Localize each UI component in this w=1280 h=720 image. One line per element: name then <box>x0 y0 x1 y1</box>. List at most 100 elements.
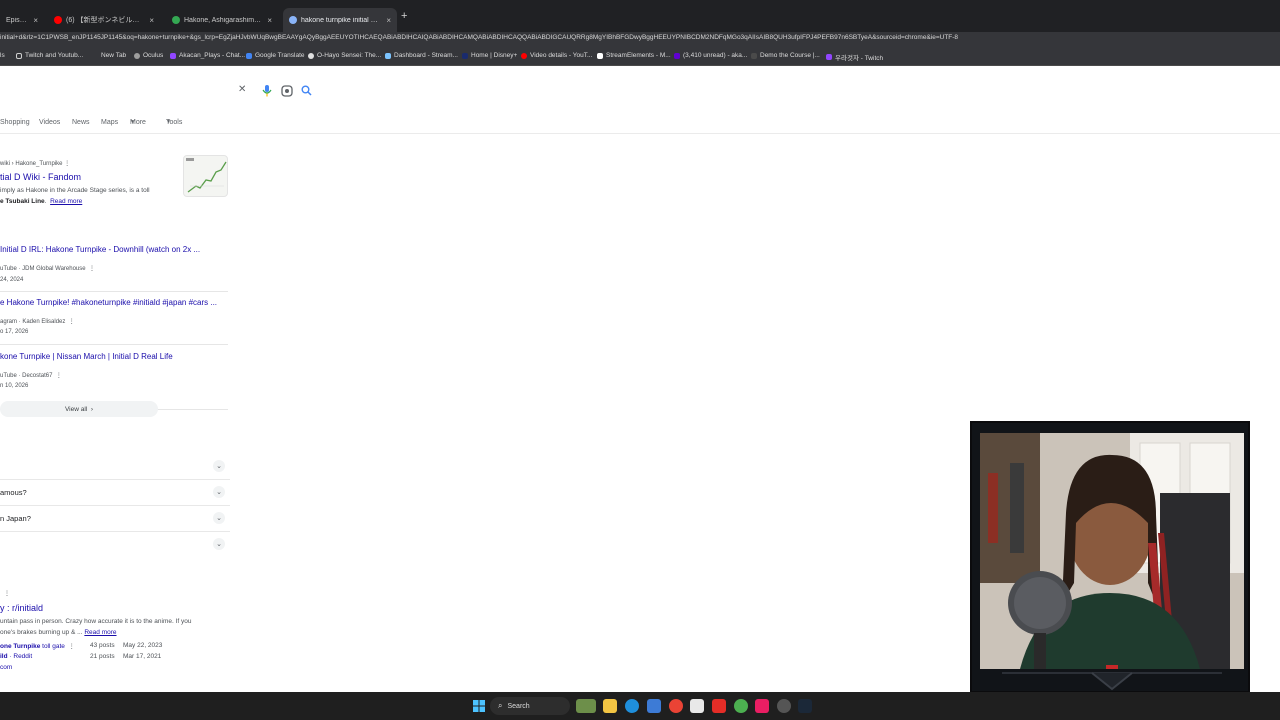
more-options-icon: ⋮ <box>68 643 76 650</box>
video-result-title[interactable]: e Hakone Turnpike! #hakoneturnpike #init… <box>0 298 217 307</box>
twitch-icon <box>170 52 176 59</box>
result-snippet: imply as Hakone in the Arcade Stage seri… <box>0 187 150 194</box>
result-thumbnail-map[interactable] <box>183 155 228 197</box>
chevron-down-icon[interactable]: ⌄ <box>213 460 225 472</box>
google-icon <box>289 16 297 24</box>
sub-result-domain[interactable]: com <box>0 664 12 671</box>
edge-browser-icon[interactable] <box>625 699 639 713</box>
read-more-link[interactable]: Read more <box>50 198 82 205</box>
xbox-icon[interactable] <box>734 699 748 713</box>
view-all-button[interactable]: View all › <box>0 401 158 417</box>
more-options-icon: ⋮ <box>68 319 75 325</box>
chevron-down-icon[interactable]: ⌄ <box>213 512 225 524</box>
taskbar-search-box[interactable]: ⌕ Search <box>490 697 570 715</box>
video-result-date: 24, 2024 <box>0 277 24 283</box>
clear-search-icon[interactable]: ✕ <box>238 84 246 95</box>
address-bar[interactable]: initial+d&rlz=1C1PWSB_enJP1145JP1145&oq=… <box>0 32 1280 46</box>
disney-icon <box>462 52 468 59</box>
search-icon: ⌕ <box>498 701 503 710</box>
nav-divider <box>0 133 1280 134</box>
paa-question[interactable]: n Japan? ⌄ <box>0 506 230 532</box>
windows-start-icon[interactable] <box>472 699 486 713</box>
tab-news[interactable]: News <box>72 119 90 126</box>
tab-shopping[interactable]: Shopping <box>0 119 30 126</box>
webcam-frame-decoration <box>1002 665 1222 691</box>
youtube-app-icon[interactable] <box>712 699 726 713</box>
bookmark-item[interactable]: New Tab <box>101 52 126 59</box>
bookmark-item[interactable]: Google Translate <box>246 52 305 59</box>
tab-videos[interactable]: Videos <box>39 119 60 126</box>
bookmark-item[interactable]: Dashboard - Stream... <box>385 52 458 59</box>
close-tab-icon[interactable]: × <box>386 16 391 25</box>
bookmark-folder[interactable]: Twitch and Youtub... <box>16 52 83 59</box>
result-breadcrumb: wiki › Hakone_Turnpike ⋮ <box>0 161 71 167</box>
sub-result-link[interactable]: ild · Reddit <box>0 653 32 660</box>
browser-tab[interactable]: Episode × <box>0 8 44 32</box>
oculus-icon <box>134 52 140 59</box>
paa-question[interactable]: ⌄ <box>0 532 230 558</box>
youtube-icon <box>54 16 62 24</box>
result-snippet: one's brakes burning up & ... Read more <box>0 629 117 636</box>
folder-icon <box>16 52 22 59</box>
site-icon <box>308 52 314 59</box>
bookmark-item[interactable]: O-Hayo Sensei: The... <box>308 52 381 59</box>
bookmark-item[interactable]: Video details - YouT... <box>521 52 592 59</box>
tab-maps[interactable]: Maps <box>101 119 118 126</box>
search-box[interactable]: ✕ <box>0 80 320 104</box>
dropdown-arrow-icon: ▼ <box>166 119 171 125</box>
more-options-icon[interactable]: ⋮ <box>4 590 10 597</box>
bookmark-item[interactable]: Oculus <box>134 52 163 59</box>
chrome-icon[interactable] <box>669 699 683 713</box>
video-result-date: n 10, 2026 <box>0 383 29 389</box>
maps-pin-icon <box>172 16 180 24</box>
file-explorer-icon[interactable] <box>603 699 617 713</box>
sub-result-link[interactable]: one Turnpike toll gate ⋮ <box>0 642 75 650</box>
steam-icon[interactable] <box>798 699 812 713</box>
close-tab-icon[interactable]: × <box>267 16 272 25</box>
bookmark-item[interactable]: 우라것자 - Twitch <box>826 52 883 62</box>
bookmark-item[interactable]: StreamElements - M... <box>597 52 671 59</box>
sub-result-posts: 43 posts <box>90 642 115 649</box>
windows-taskbar: ⌕ Search <box>0 692 1280 720</box>
chevron-right-icon: › <box>90 405 94 413</box>
bookmark-item[interactable]: ls <box>0 52 5 59</box>
webcam-video <box>980 433 1244 669</box>
result-snippet: e Tsubaki Line. Read more <box>0 198 83 205</box>
video-result-title[interactable]: kone Turnpike | Nissan March | Initial D… <box>0 352 173 361</box>
bookmark-item[interactable]: Akacan_Plays - Chat... <box>170 52 245 59</box>
more-options-icon: ⋮ <box>64 161 71 167</box>
more-options-icon: ⋮ <box>55 373 62 379</box>
bookmark-item[interactable]: (3,410 unread) - aka... <box>674 52 747 59</box>
bookmark-item[interactable]: Home | Disney+ <box>462 52 517 59</box>
widgets-icon[interactable] <box>576 699 596 713</box>
obs-studio-icon[interactable] <box>755 699 769 713</box>
video-result-source: agram · Kaden Elisaldez ⋮ <box>0 319 75 325</box>
chevron-down-icon[interactable]: ⌄ <box>213 538 225 550</box>
browser-tab-active[interactable]: hakone turnpike initial d - Goo × <box>283 8 397 32</box>
chevron-down-icon[interactable]: ⌄ <box>213 486 225 498</box>
browser-tab[interactable]: (6) 【新型ボンネビルボバー1145cc × <box>48 8 160 32</box>
new-tab-button[interactable]: + <box>401 10 407 22</box>
result-divider <box>0 344 228 345</box>
more-options-icon: ⋮ <box>88 266 95 272</box>
close-tab-icon[interactable]: × <box>33 16 38 25</box>
browser-tab[interactable]: Hakone, Ashigarashimo District × <box>166 8 278 32</box>
settings-icon[interactable] <box>777 699 791 713</box>
microphone-icon[interactable] <box>262 85 272 100</box>
twitch-icon <box>826 54 832 60</box>
close-tab-icon[interactable]: × <box>149 16 154 25</box>
result-title-link[interactable]: y : r/initiald <box>0 603 43 613</box>
app-icon[interactable] <box>647 699 661 713</box>
video-result-date: o 17, 2026 <box>0 329 29 335</box>
result-title-link[interactable]: tial D Wiki - Fandom <box>0 172 81 182</box>
search-icon[interactable] <box>301 85 312 99</box>
paa-question[interactable]: ⌄ <box>0 454 230 480</box>
video-result-title[interactable]: Initial D IRL: Hakone Turnpike - Downhil… <box>0 245 200 254</box>
paa-question[interactable]: amous? ⌄ <box>0 480 230 506</box>
bookmark-item[interactable]: Demo the Course |... <box>751 52 820 59</box>
calendar-icon[interactable] <box>690 699 704 713</box>
read-more-link[interactable]: Read more <box>84 629 116 636</box>
address-bar-url: initial+d&rlz=1C1PWSB_enJP1145JP1145&oq=… <box>0 34 959 41</box>
camera-lens-icon[interactable] <box>281 85 293 100</box>
tab-label: (6) 【新型ボンネビルボバー1145cc <box>66 17 143 24</box>
